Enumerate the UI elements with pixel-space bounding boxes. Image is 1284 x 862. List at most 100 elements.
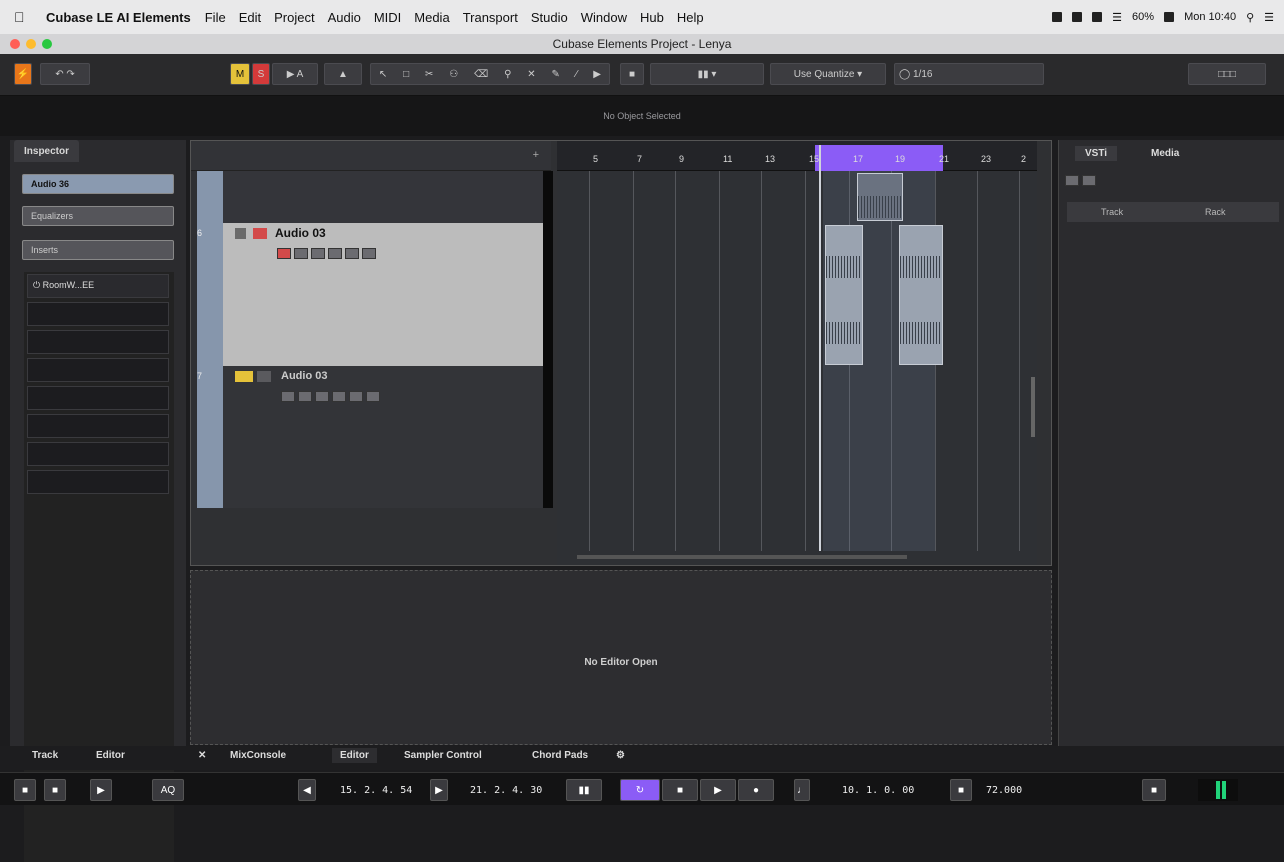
play-tool-icon[interactable]: ▶ xyxy=(593,69,601,80)
menu-midi[interactable]: MIDI xyxy=(374,10,401,25)
column-track[interactable]: Track xyxy=(1101,207,1123,217)
play-button-small[interactable]: ▶ xyxy=(90,779,112,801)
zoom-tool-icon[interactable]: ⚲ xyxy=(504,69,511,80)
mute-track-button[interactable] xyxy=(235,371,253,382)
menu-window[interactable]: Window xyxy=(581,10,627,25)
mute-tool-icon[interactable]: ✕ xyxy=(527,69,535,80)
autoscroll-button[interactable]: ▲ xyxy=(324,63,362,85)
menu-project[interactable]: Project xyxy=(274,10,314,25)
section-equalizers[interactable]: Equalizers xyxy=(22,206,174,226)
mute-button[interactable] xyxy=(349,390,363,402)
wifi-icon[interactable]: ☰ xyxy=(1112,11,1122,24)
section-inserts[interactable]: Inserts xyxy=(22,240,174,260)
tab-sampler-control[interactable]: Sampler Control xyxy=(404,750,482,761)
write-automation-button[interactable] xyxy=(328,247,342,259)
split-tool-icon[interactable]: ✂ xyxy=(425,69,433,80)
metronome-icon[interactable]: ♩ xyxy=(794,779,810,801)
read-automation-button[interactable] xyxy=(311,247,325,259)
solo-track-button[interactable] xyxy=(257,371,271,382)
menu-hub[interactable]: Hub xyxy=(640,10,664,25)
tab-vsti[interactable]: VSTi xyxy=(1075,146,1118,161)
app-menu[interactable]: Cubase LE AI Elements xyxy=(46,10,191,25)
solo-button[interactable] xyxy=(366,390,380,402)
track-name[interactable]: Audio 03 xyxy=(281,370,327,382)
column-rack[interactable]: Rack xyxy=(1205,207,1226,217)
insert-slot-5[interactable] xyxy=(27,386,169,410)
tool-buttons[interactable]: ↖ □ ✂ ⚇ ⌫ ⚲ ✕ ✎ ∕ ▶ xyxy=(370,63,610,85)
tab-editor[interactable]: Editor xyxy=(96,750,125,761)
tempo-display[interactable]: 72.000 xyxy=(986,779,1022,801)
ruler[interactable] xyxy=(557,141,1037,171)
record-button[interactable] xyxy=(277,247,291,259)
status-icon[interactable] xyxy=(1092,12,1103,22)
snap-settings[interactable]: ▮▮ ▾ xyxy=(650,63,764,85)
audio-event[interactable] xyxy=(899,225,943,365)
tab-media[interactable]: Media xyxy=(1151,148,1179,159)
search-icon[interactable]: ⚲ xyxy=(1246,11,1254,24)
listen-buttons[interactable]: ▶ A xyxy=(272,63,318,85)
read-automation-button[interactable] xyxy=(315,390,329,402)
cycle-range[interactable] xyxy=(815,145,943,171)
menu-edit[interactable]: Edit xyxy=(239,10,261,25)
status-icon[interactable] xyxy=(1072,12,1083,22)
marker-button[interactable]: ■ xyxy=(1142,779,1166,801)
solo-button[interactable]: S xyxy=(252,63,270,85)
power-icon[interactable]: ⏻ xyxy=(33,280,40,290)
add-track-icon[interactable]: + xyxy=(533,149,539,161)
tab-track[interactable]: Track xyxy=(32,750,58,761)
start-button[interactable]: ▶ xyxy=(700,779,736,801)
status-icon[interactable] xyxy=(1052,12,1063,22)
audio-event[interactable] xyxy=(857,173,903,221)
insert-slot-1[interactable]: ⏻ RoomW...EE xyxy=(27,274,169,298)
menu-media[interactable]: Media xyxy=(414,10,449,25)
left-locator-button[interactable]: ◀ xyxy=(298,779,316,801)
object-selection-tool-icon[interactable]: ↖ xyxy=(379,69,387,80)
line-tool-icon[interactable]: ∕ xyxy=(576,69,578,80)
stop-button[interactable]: ■ xyxy=(662,779,698,801)
insert-slot-2[interactable] xyxy=(27,302,169,326)
track-audio-03[interactable]: 7 Audio 03 xyxy=(197,366,543,508)
zone-toggle-button[interactable]: ■ xyxy=(44,779,66,801)
insert-slot-8[interactable] xyxy=(27,470,169,494)
inspector-track-name[interactable]: Audio 36 xyxy=(22,174,174,194)
menu-audio[interactable]: Audio xyxy=(328,10,361,25)
draw-tool-icon[interactable]: ✎ xyxy=(551,69,559,80)
settings-icon[interactable]: ⚙ xyxy=(616,750,625,761)
monitor-button[interactable] xyxy=(298,390,312,402)
left-locator[interactable]: 15. 2. 4. 54 xyxy=(340,779,412,801)
settings-button[interactable] xyxy=(1082,174,1096,186)
right-locator[interactable]: 21. 2. 4. 30 xyxy=(470,779,542,801)
write-automation-button[interactable] xyxy=(332,390,346,402)
auto-quantize-button[interactable]: AQ xyxy=(152,779,184,801)
quantize-preset[interactable]: ◯ 1/16 xyxy=(894,63,1044,85)
close-window-icon[interactable] xyxy=(10,39,20,49)
horizontal-scrollbar[interactable] xyxy=(577,555,907,559)
tab-inspector[interactable]: Inspector xyxy=(14,140,80,162)
record-enable-button[interactable] xyxy=(253,228,267,239)
clock[interactable]: Mon 10:40 xyxy=(1184,11,1236,23)
event-display[interactable]: 5 7 9 11 13 15 17 19 21 23 2 xyxy=(557,141,1037,565)
menu-studio[interactable]: Studio xyxy=(531,10,568,25)
tab-chord-pads[interactable]: Chord Pads xyxy=(532,750,588,761)
zoom-window-icon[interactable] xyxy=(42,39,52,49)
battery-icon[interactable] xyxy=(1164,12,1175,22)
control-center-icon[interactable]: ☰ xyxy=(1264,11,1274,24)
window-layout-buttons[interactable]: □□□ xyxy=(1188,63,1266,85)
position-display[interactable]: 10. 1. 0. 00 xyxy=(842,779,914,801)
activate-project-button[interactable]: ⚡ xyxy=(14,63,32,85)
punch-buttons[interactable]: ▮▮ xyxy=(566,779,602,801)
insert-slot-6[interactable] xyxy=(27,414,169,438)
close-icon[interactable]: ✕ xyxy=(198,750,206,761)
right-locator-button[interactable]: ▶ xyxy=(430,779,448,801)
tab-mixconsole[interactable]: MixConsole xyxy=(230,750,286,761)
glue-tool-icon[interactable]: ⚇ xyxy=(449,69,458,80)
vertical-scrollbar[interactable] xyxy=(1031,377,1035,437)
menu-transport[interactable]: Transport xyxy=(463,10,518,25)
snap-mode-dropdown[interactable]: Use Quantize ▾ xyxy=(770,63,886,85)
time-format-button[interactable]: ■ xyxy=(950,779,972,801)
minimize-window-icon[interactable] xyxy=(26,39,36,49)
record-transport-button[interactable]: ● xyxy=(738,779,774,801)
mute-button[interactable]: M xyxy=(230,63,250,85)
color-tool-button[interactable]: ■ xyxy=(620,63,644,85)
range-tool-icon[interactable]: □ xyxy=(403,69,409,80)
